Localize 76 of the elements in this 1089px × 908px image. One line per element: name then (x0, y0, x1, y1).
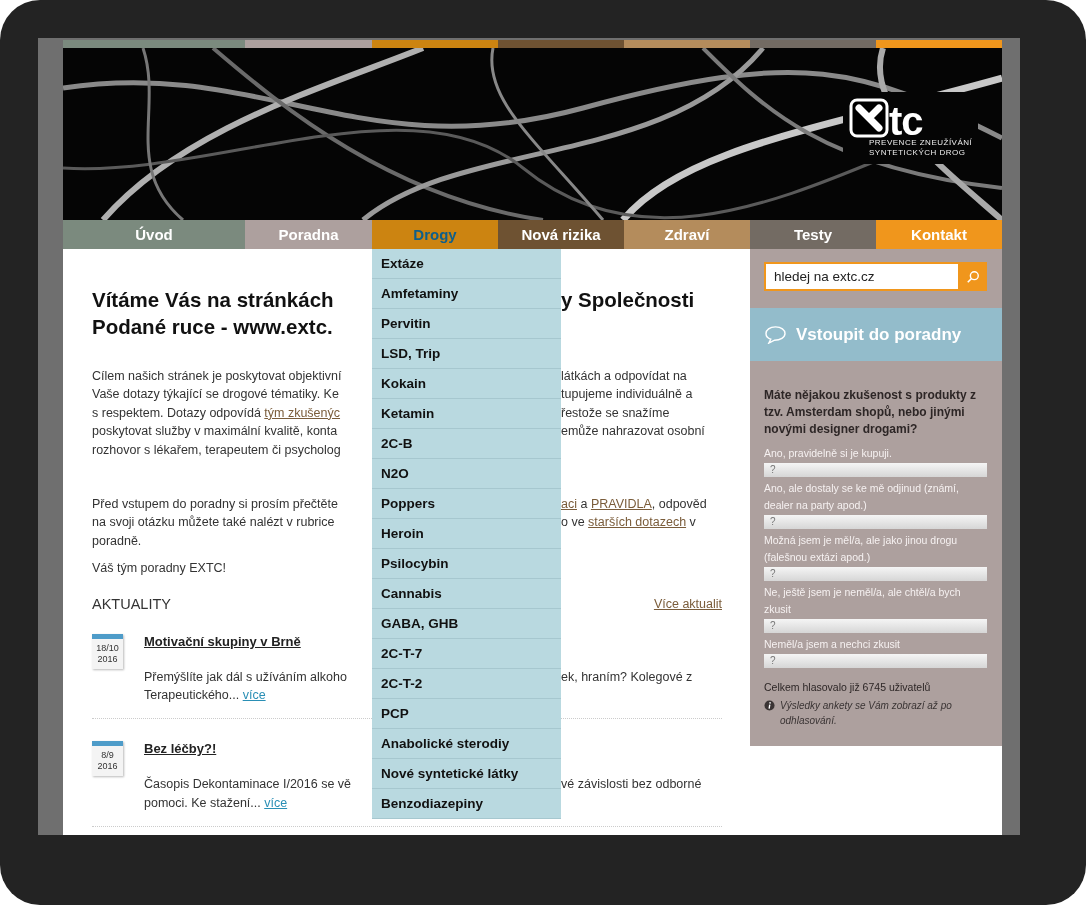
news-title-link[interactable]: Motivační skupiny v Brně (144, 633, 301, 649)
logo-wordmark: tc (889, 104, 923, 138)
search-field[interactable]: hledej na extc.cz (764, 262, 958, 291)
paragraph-text: poskytovat služby v maximální kvalitě, konta (92, 424, 338, 439)
page-heading: Podané ruce - www.extc. (92, 315, 333, 338)
date-text: 18/10 (96, 642, 119, 654)
poll-bar[interactable]: ? (764, 619, 987, 633)
nav-tab[interactable]: Nová rizika (498, 220, 624, 249)
poll-bar[interactable]: ? (764, 654, 987, 668)
search-icon (965, 269, 980, 284)
nav-tab[interactable]: Úvod (63, 220, 245, 249)
paragraph-text: rozhovor s lékařem, terapeutem či psycholog (92, 442, 341, 457)
paragraph-text: poradně. (92, 533, 142, 548)
paragraph-text: řestože se snažíme (561, 405, 670, 420)
poll-bar[interactable]: ? (764, 515, 987, 529)
menu-item[interactable]: Anabolické sterodiy (372, 729, 561, 759)
menu-item[interactable]: Heroin (372, 519, 561, 549)
paragraph-text: na svoji otázku můžete také nalézt v rubrice (92, 515, 335, 530)
paragraph-text: s respektem. Dotazy odpovídá tým zkušenýc (92, 405, 341, 420)
logo-icon (849, 98, 889, 138)
menu-item[interactable]: 2C-T-7 (372, 639, 561, 669)
paragraph-text: Váš tým poradny EXTC! (92, 561, 227, 576)
page-heading: y Společnosti (561, 288, 695, 311)
link[interactable]: Více aktualit (653, 596, 722, 611)
logo-tagline: PREVENCE ZNEUŽÍVÁNÍ (869, 138, 973, 148)
menu-item[interactable]: Psilocybin (372, 549, 561, 579)
menu-item[interactable]: Kokain (372, 369, 561, 399)
info-icon (764, 700, 775, 711)
poll-question: Máte nějakou zkušenost s produkty z tzv. Amsterdam shopů, nebo jinými novými designer drogami? (764, 387, 978, 438)
news-text: Přemýšlíte jak dál s užíváním alkoho (144, 669, 347, 684)
speech-bubble-icon (764, 325, 787, 344)
date-text: 8/9 (101, 750, 114, 762)
logo-tagline: SYNTETICKÝCH DROG (869, 148, 967, 158)
link[interactable]: aci (561, 497, 577, 512)
news-text: Časopis Dekontaminace I/2016 se vě (144, 777, 352, 792)
vote-count: Celkem hlasovalo již 6745 uživatelů (764, 681, 932, 693)
page-heading: Vítáme Vás na stránkách (92, 288, 334, 311)
link[interactable]: tým zkušenýc (264, 405, 341, 420)
poll-bar[interactable]: ? (764, 567, 987, 581)
menu-item[interactable]: 2C-B (372, 429, 561, 459)
paragraph-text: o ve starších dotazech v (561, 515, 696, 530)
news-text: pomoci. Ke stažení... více (144, 795, 288, 810)
menu-item[interactable]: 2C-T-2 (372, 669, 561, 699)
paragraph-text: aci a PRAVIDLA, odpověd (561, 497, 707, 512)
paragraph-text: Vaše dotazy týkající se drogové tématiky. Ke (92, 387, 339, 402)
poll-note: Výsledky ankety se Vám zobrazí až po odhlasování. (780, 699, 953, 728)
menu-item[interactable]: LSD, Trip (372, 339, 561, 369)
news-text: Terapeutického... více (144, 688, 266, 703)
year-text: 2016 (97, 761, 118, 773)
paragraph-text: látkách a odpovídat na (561, 369, 687, 383)
menu-item[interactable]: Benzodiazepiny (372, 789, 561, 819)
menu-item[interactable]: Nové syntetické látky (372, 759, 561, 789)
menu-item[interactable]: Ketamin (372, 399, 561, 429)
more-link[interactable]: více (264, 795, 288, 810)
menu-item[interactable]: PCP (372, 699, 561, 729)
paragraph-text: tupujeme individuálně a (561, 387, 693, 402)
news-text: vé závislosti bez odborné (561, 777, 702, 792)
year-text: 2016 (97, 653, 118, 665)
menu-item[interactable]: Cannabis (372, 579, 561, 609)
menu-item[interactable]: GABA, GHB (372, 609, 561, 639)
news-text: ek, hraním? Kolegové z (561, 669, 693, 684)
menu-item[interactable]: Amfetaminy (372, 279, 561, 309)
link[interactable]: starších dotazech (588, 515, 687, 530)
paragraph-text: Cílem našich stránek je poskytovat objektivní (92, 369, 342, 383)
more-link[interactable]: více (242, 688, 266, 703)
section-title: AKTUALITY (92, 595, 171, 612)
news-title-link[interactable]: Bez léčby?! (144, 741, 217, 757)
nav-tab[interactable]: Testy (750, 220, 876, 249)
search-button[interactable] (958, 262, 987, 291)
menu-item[interactable]: Poppers (372, 489, 561, 519)
poll-bar[interactable]: ? (764, 463, 987, 477)
menu-item[interactable]: Pervitin (372, 309, 561, 339)
paragraph-text: emůže nahrazovat osobní (561, 424, 705, 439)
menu-item[interactable]: N2O (372, 459, 561, 489)
paragraph-text: Před vstupem do poradny si prosím přečtěte (92, 497, 338, 512)
link[interactable]: PRAVIDLA (590, 497, 652, 512)
